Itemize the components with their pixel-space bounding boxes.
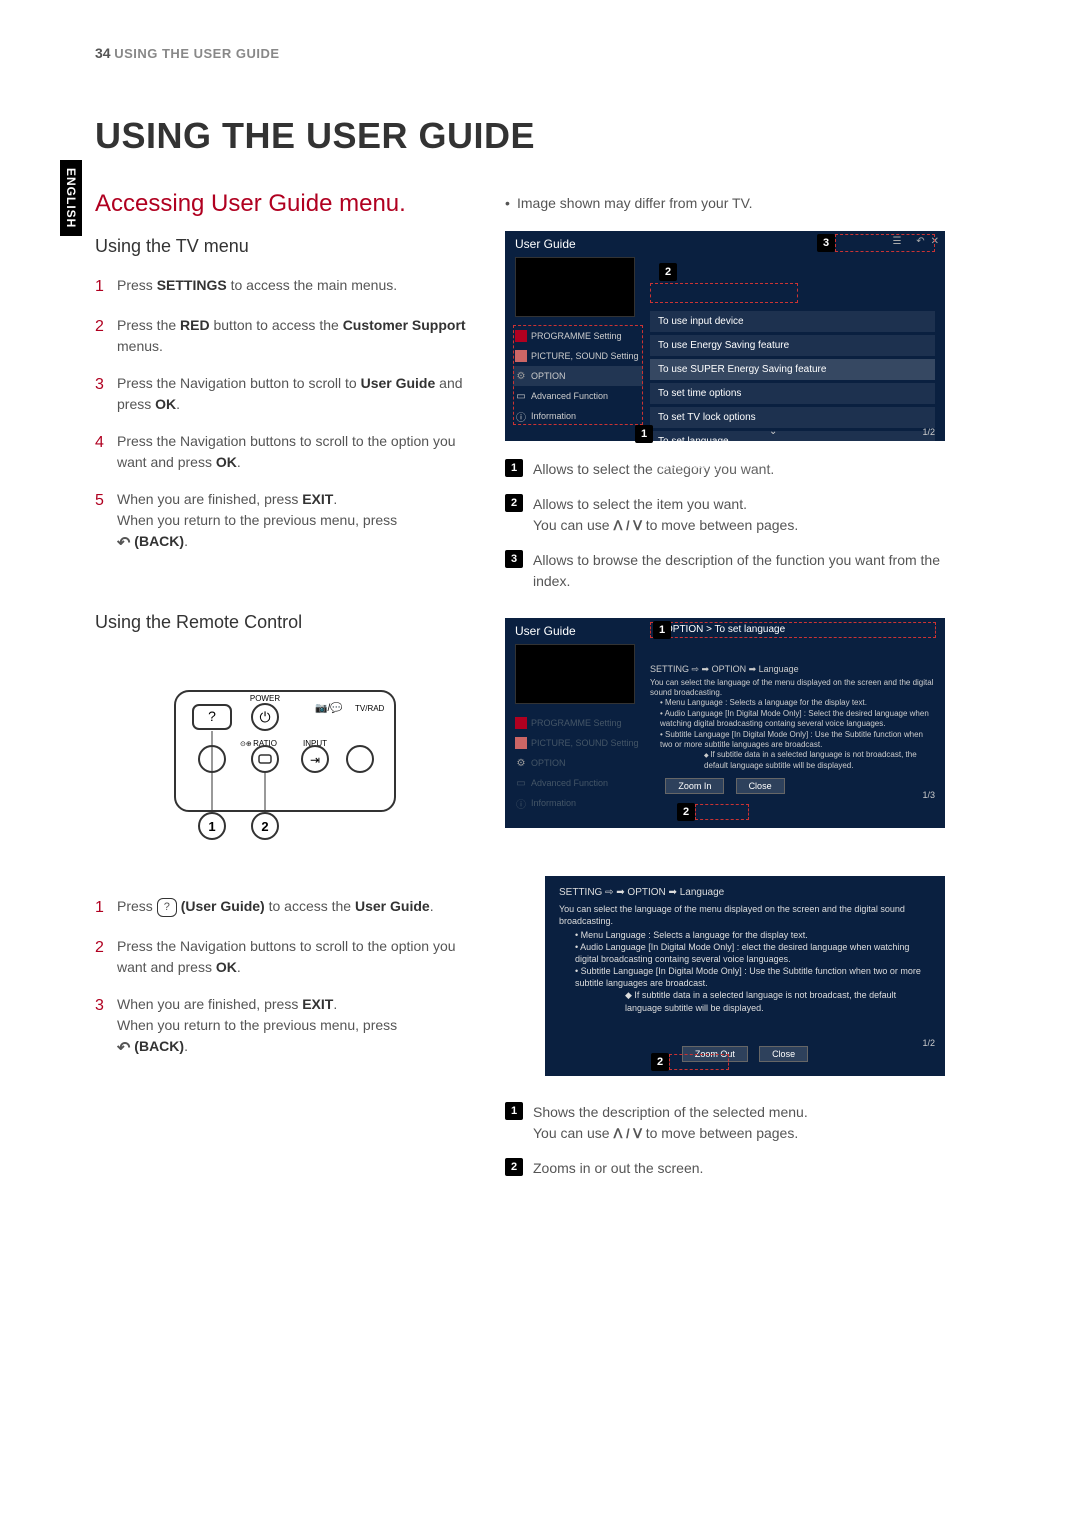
callout-badge-2: 2	[677, 803, 695, 821]
gear-icon: ⚙	[515, 757, 527, 769]
svg-text:📷/💬: 📷/💬	[315, 701, 343, 714]
back-icon: ↶	[117, 1037, 130, 1061]
guide-item: To use SUPER Energy Saving feature	[650, 359, 935, 380]
preview-thumbnail	[515, 644, 635, 704]
page-indicator: 1/3	[922, 790, 935, 800]
step-number: 1	[95, 896, 117, 920]
programme-icon	[515, 717, 527, 729]
tvmenu-steps: 1 Press SETTINGS to access the main menu…	[95, 275, 475, 556]
callout-badge: 3	[505, 550, 523, 568]
callout-badge-2: 2	[651, 1053, 669, 1071]
page-indicator: 1/2	[922, 1038, 935, 1048]
user-guide-button-icon: ?	[157, 898, 177, 917]
step-number: 2	[95, 936, 117, 978]
callout-badge: 1	[505, 459, 523, 477]
chevron-down-icon: ⌄	[769, 426, 777, 437]
step-number: 2	[95, 315, 117, 357]
guide-item: To set language	[650, 431, 935, 452]
callout-badge: 2	[505, 494, 523, 512]
page-indicator: 1/2	[922, 427, 935, 437]
callout-badge: 1	[505, 1102, 523, 1120]
callout-badge: 2	[505, 1158, 523, 1176]
setting-path: SETTING ⇨ ➡ OPTION ➡ Language	[559, 886, 931, 900]
zoom-in-button[interactable]: Zoom In	[665, 778, 724, 794]
step-number: 1	[95, 275, 117, 299]
step-number: 4	[95, 431, 117, 473]
tvmenu-heading: Using the TV menu	[95, 236, 475, 257]
user-guide-panel-3: SETTING ⇨ ➡ OPTION ➡ Language You can se…	[545, 876, 945, 1076]
guide-item: To set time options	[650, 383, 935, 404]
header-section-title: USING THE USER GUIDE	[114, 46, 279, 61]
page-title: USING THE USER GUIDE	[95, 115, 535, 157]
step-number: 5	[95, 489, 117, 556]
svg-text:⊙⊕: ⊙⊕	[240, 741, 252, 748]
accessing-heading: Accessing User Guide menu.	[95, 190, 475, 218]
remote-heading: Using the Remote Control	[95, 612, 475, 633]
back-icon: ↶	[117, 532, 130, 556]
step-number: 3	[95, 994, 117, 1061]
user-guide-panel-1: User Guide ☰ ↶ ✕ PROGRAMME Setting PICTU…	[505, 231, 945, 441]
user-guide-panel-2: User Guide OPTION > To set language PROG…	[505, 618, 945, 828]
svg-text:2: 2	[261, 819, 268, 834]
svg-text:TV/RAD: TV/RAD	[355, 704, 385, 713]
setting-path: SETTING ⇨ ➡ OPTION ➡ Language	[650, 664, 935, 676]
svg-text:POWER: POWER	[250, 694, 280, 703]
svg-text:⇥: ⇥	[310, 753, 320, 767]
note-text: Image shown may differ from your TV.	[505, 195, 945, 211]
callout-badge-1: 1	[635, 425, 653, 443]
guide-item: To use Energy Saving feature	[650, 335, 935, 356]
guide-item: To use input device	[650, 311, 935, 332]
close-button[interactable]: Close	[736, 778, 785, 794]
language-tab: ENGLISH	[60, 160, 82, 236]
callout-badge-3: 3	[817, 234, 835, 252]
guide-item: To set country	[650, 455, 935, 476]
guide-item: To set TV lock options	[650, 407, 935, 428]
page-header: 34 USING THE USER GUIDE	[95, 45, 280, 61]
page-number: 34	[95, 45, 111, 61]
up-down-icon: ᐱ / ᐯ	[613, 1126, 645, 1141]
callout-badge-2: 2	[659, 263, 677, 281]
callout-badge-1: 1	[653, 621, 671, 639]
close-button[interactable]: Close	[759, 1046, 808, 1062]
svg-text:?: ?	[208, 708, 216, 724]
picture-icon	[515, 737, 527, 749]
preview-thumbnail	[515, 257, 635, 317]
up-down-icon: ᐱ / ᐯ	[613, 518, 645, 533]
step-number: 3	[95, 373, 117, 415]
remote-steps: 1 Press ? (User Guide) to access the Use…	[95, 896, 475, 1061]
svg-text:1: 1	[208, 819, 215, 834]
remote-control-diagram: ? POWER ⏻ 📷/💬 TV/RAD ⊙⊕ RATIO INPUT ⇥ 1 …	[155, 681, 415, 861]
svg-text:⏻: ⏻	[259, 709, 270, 725]
